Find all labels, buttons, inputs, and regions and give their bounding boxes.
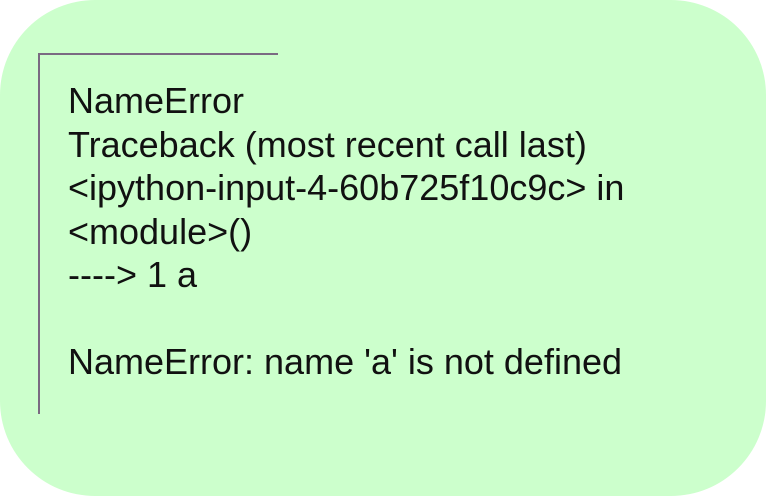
traceback-header: Traceback (most recent call last) xyxy=(68,123,587,165)
traceback-source-line: <ipython-input-4-60b725f10c9c> in xyxy=(68,167,625,208)
error-callout: NameError Traceback (most recent call la… xyxy=(0,0,766,496)
error-output: NameError Traceback (most recent call la… xyxy=(68,79,748,384)
error-type-line: NameError xyxy=(68,80,245,121)
error-message: NameError: name 'a' is not defined xyxy=(68,341,623,382)
traceback-module-line: <module>() xyxy=(68,210,253,252)
traceback-code-line: ----> 1 a xyxy=(68,254,198,295)
